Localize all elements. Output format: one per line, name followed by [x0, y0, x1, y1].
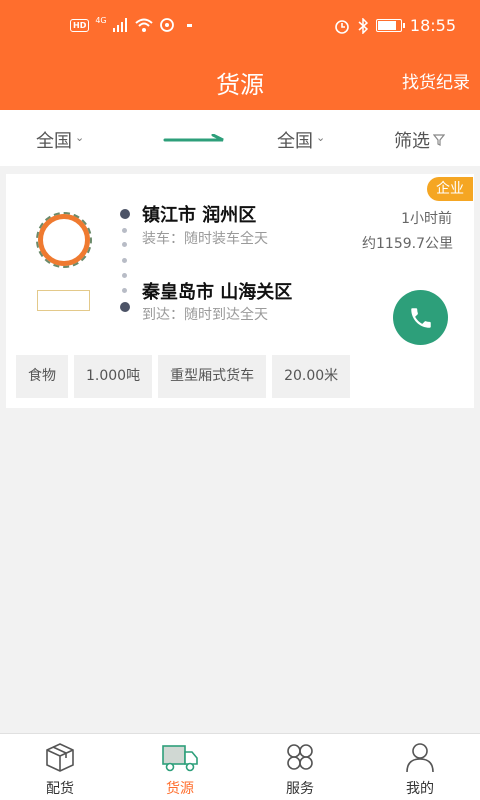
hotspot-icon — [159, 18, 174, 32]
tab-label: 配货 — [46, 781, 74, 797]
wifi-icon — [134, 18, 153, 32]
timeline-dot — [122, 258, 127, 263]
bluetooth-icon — [358, 17, 368, 34]
grid-icon — [287, 744, 313, 770]
tab-label: 服务 — [286, 781, 314, 797]
origin-filter[interactable]: 全国 ⌄ — [36, 127, 84, 153]
box-icon — [46, 743, 74, 772]
filter-button-label: 筛选 — [394, 131, 430, 152]
alarm-icon — [335, 19, 349, 34]
origin-city: 镇江市 润州区 — [142, 205, 257, 226]
funnel-icon — [433, 134, 445, 146]
truck-icon — [162, 745, 198, 772]
tag-cargo-type: 食物 — [16, 355, 68, 398]
arrival-time: 到达：随时到达全天 — [142, 307, 268, 323]
status-left: HD 4G — [70, 15, 192, 33]
origin-filter-label: 全国 — [36, 131, 72, 152]
tab-services[interactable]: 服务 — [240, 734, 360, 800]
tab-cargo-source[interactable]: 货源 — [120, 734, 240, 800]
destination-dot — [120, 302, 130, 312]
hd-indicator: HD — [70, 18, 90, 32]
phone-icon — [410, 307, 431, 328]
company-logo-caption — [37, 290, 90, 311]
destination-filter[interactable]: 全国 ⌄ — [277, 127, 325, 153]
status-right: 18:55 — [334, 16, 456, 35]
timeline-dot — [122, 228, 127, 233]
cargo-tags: 食物 1.000吨 重型厢式货车 20.00米 — [16, 355, 351, 398]
signal-icon — [112, 18, 127, 32]
destination-filter-label: 全国 — [277, 131, 313, 152]
origin-dot — [120, 209, 130, 219]
status-bar: HD 4G 18:55 — [0, 0, 480, 55]
bottom-tab-bar: 配货 货源 服务 我的 — [0, 733, 480, 800]
timeline-dot — [122, 273, 127, 278]
tag-vehicle-length: 20.00米 — [272, 355, 351, 398]
filter-button[interactable]: 筛选 — [394, 127, 445, 153]
timeline-dot — [122, 288, 127, 293]
user-icon — [406, 743, 434, 773]
timeline-dot — [122, 242, 127, 247]
network-label: 4G — [95, 15, 107, 25]
tag-weight: 1.000吨 — [74, 355, 153, 398]
cargo-card[interactable]: 镇江市 润州区 装车：随时装车全天 秦皇岛市 山海关区 到达：随时到达全天 企业… — [6, 174, 474, 408]
filter-bar: 全国 ⌄ 全国 ⌄ 筛选 — [0, 110, 480, 166]
route-arrow-icon — [163, 134, 224, 142]
distance: 约1159.7公里 — [362, 236, 453, 252]
tab-label: 货源 — [166, 781, 194, 797]
clock: 18:55 — [409, 16, 456, 35]
enterprise-badge: 企业 — [427, 177, 473, 201]
chevron-down-icon: ⌄ — [316, 130, 326, 144]
tab-profile[interactable]: 我的 — [360, 734, 480, 800]
loading-time: 装车：随时装车全天 — [142, 231, 268, 247]
battery-fill — [377, 21, 396, 30]
chevron-down-icon: ⌄ — [75, 130, 85, 144]
company-logo — [36, 212, 92, 268]
posted-time: 1小时前 — [401, 211, 452, 227]
tab-dispatch[interactable]: 配货 — [0, 734, 120, 800]
app-bar: 货源 找货纪录 — [0, 55, 480, 110]
tab-label: 我的 — [406, 781, 434, 797]
search-history-link[interactable]: 找货纪录 — [402, 68, 470, 93]
tag-vehicle-type: 重型厢式货车 — [158, 355, 267, 398]
notification-dot — [186, 23, 192, 27]
call-button[interactable] — [393, 290, 448, 345]
destination-city: 秦皇岛市 山海关区 — [142, 282, 293, 303]
battery-icon — [375, 19, 405, 32]
